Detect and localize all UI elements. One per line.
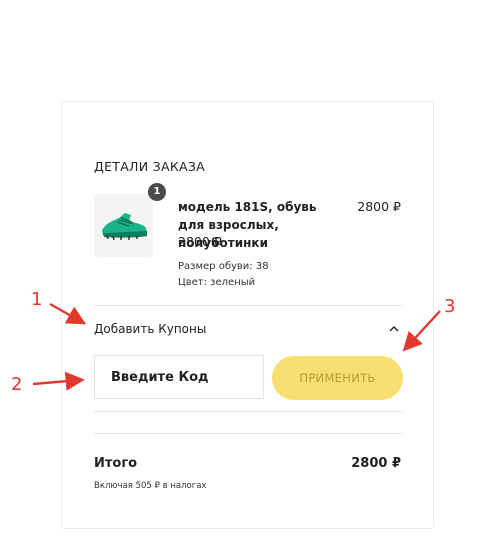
product-thumbnail bbox=[94, 194, 153, 257]
quantity-badge: 1 bbox=[148, 183, 166, 201]
chevron-up-icon bbox=[389, 326, 399, 332]
product-unit-price: 2800 ₽ bbox=[178, 234, 222, 249]
total-value: 2800 ₽ bbox=[351, 456, 401, 471]
add-coupons-label: Добавить Купоны bbox=[94, 322, 207, 336]
divider bbox=[94, 433, 403, 434]
total-label: Итого bbox=[94, 456, 138, 471]
coupon-code-input[interactable] bbox=[94, 355, 264, 399]
product-color: Цвет: зеленый bbox=[178, 277, 256, 288]
tax-note: Включая 505 ₽ в налогах bbox=[94, 481, 207, 491]
product-price: 2800 ₽ bbox=[357, 199, 401, 214]
annotation-number-1: 1 bbox=[31, 289, 43, 310]
annotation-number-2: 2 bbox=[11, 374, 23, 395]
order-details-heading: ДЕТАЛИ ЗАКАЗА bbox=[94, 159, 206, 174]
divider bbox=[94, 305, 403, 306]
green-sneaker-icon bbox=[102, 213, 147, 241]
annotation-number-3: 3 bbox=[444, 296, 456, 317]
apply-coupon-button[interactable]: ПРИМЕНИТЬ bbox=[272, 356, 403, 400]
divider bbox=[94, 411, 403, 412]
add-coupons-toggle[interactable]: Добавить Купоны bbox=[94, 320, 403, 340]
order-details-card: ДЕТАЛИ ЗАКАЗА 1 модель 181S, обувь для в… bbox=[61, 101, 434, 529]
product-size: Размер обуви: 38 bbox=[178, 261, 269, 272]
